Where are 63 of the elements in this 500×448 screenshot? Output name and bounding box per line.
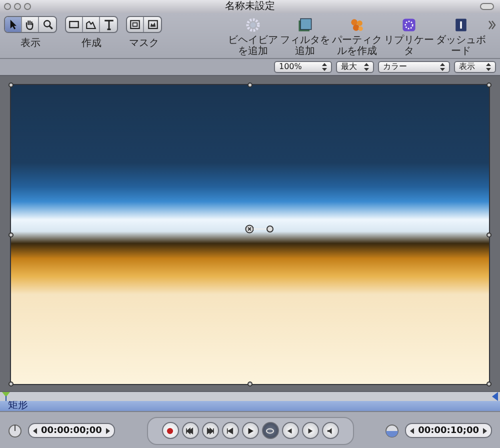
particles-icon	[348, 16, 366, 34]
bounding-handle[interactable]	[8, 82, 14, 88]
tool-group-label: 作成	[82, 36, 102, 50]
popup-menu[interactable]: 表示	[454, 61, 496, 73]
bounding-handle[interactable]	[486, 232, 492, 237]
zoom-button[interactable]	[24, 3, 31, 10]
gear-icon	[244, 16, 262, 34]
toolbar-action-button[interactable]: パーティクルを作成	[332, 16, 382, 57]
forward-button[interactable]	[302, 422, 318, 439]
bounding-handle[interactable]	[248, 382, 252, 386]
stepper-arrows-icon	[440, 63, 445, 71]
stepper-arrows-icon	[486, 63, 491, 71]
chevron-icon[interactable]	[488, 20, 496, 30]
popup-menu[interactable]: カラー	[378, 61, 450, 73]
audio-button[interactable]	[322, 422, 338, 439]
decrement-arrow-icon[interactable]	[410, 428, 414, 434]
end-timecode-field[interactable]: 00:00:10;00	[405, 423, 492, 438]
bounding-handle[interactable]	[8, 382, 14, 386]
zoom-icon	[40, 18, 54, 32]
arrow-tool[interactable]	[5, 17, 22, 32]
text-icon	[102, 18, 116, 32]
minimize-button[interactable]	[14, 3, 21, 10]
increment-arrow-icon[interactable]	[483, 428, 487, 434]
increment-arrow-icon[interactable]	[106, 428, 110, 434]
toolbar-toggle-button[interactable]	[480, 3, 494, 10]
record-button[interactable]	[162, 422, 178, 439]
out-point-icon[interactable]	[492, 392, 498, 401]
tool-group-label: 表示	[20, 36, 40, 50]
start-button[interactable]	[182, 422, 198, 439]
back-button[interactable]	[282, 422, 298, 439]
toolbar-action-button[interactable]: ビヘイビアを追加	[228, 16, 278, 57]
popup-menu[interactable]: 100%	[274, 61, 332, 73]
start-timecode-field[interactable]: 00:00:00;00	[28, 423, 115, 438]
bounding-handle[interactable]	[8, 232, 14, 237]
stepper-arrows-icon	[322, 63, 327, 71]
playhead-icon[interactable]	[2, 392, 10, 401]
toolbar-action-button[interactable]: ダッシュボード	[436, 16, 486, 57]
timecode-dial-icon[interactable]	[385, 424, 400, 438]
mini-timeline[interactable]	[0, 391, 500, 401]
mask-shape-icon	[146, 18, 160, 32]
bounding-handle[interactable]	[248, 82, 252, 88]
shape-tool[interactable]	[83, 17, 100, 32]
timecode-dial-icon[interactable]	[8, 424, 22, 438]
decrement-arrow-icon[interactable]	[33, 428, 37, 434]
filter-icon	[296, 16, 314, 34]
toolbar-action-button[interactable]: リプリケータ	[384, 16, 434, 57]
replicator-icon	[400, 16, 418, 34]
anchor-handle-icon[interactable]	[245, 224, 275, 234]
play-button[interactable]	[242, 422, 258, 439]
prev-button[interactable]	[222, 422, 238, 439]
mask-rect-icon	[128, 18, 142, 32]
loop-button[interactable]	[262, 422, 278, 439]
toolbar-action-button[interactable]: フィルタを追加	[280, 16, 330, 57]
mask-rect-tool[interactable]	[127, 17, 144, 32]
window-title: 名称未設定	[225, 0, 275, 13]
stepper-arrows-icon	[364, 63, 369, 71]
close-button[interactable]	[4, 3, 11, 10]
bounding-handle[interactable]	[486, 82, 492, 88]
rectangle-tool[interactable]	[66, 17, 83, 32]
end-button[interactable]	[202, 422, 218, 439]
bounding-handle[interactable]	[486, 382, 492, 386]
popup-menu[interactable]: 最大	[336, 61, 374, 73]
tool-group-label: マスク	[129, 37, 159, 50]
